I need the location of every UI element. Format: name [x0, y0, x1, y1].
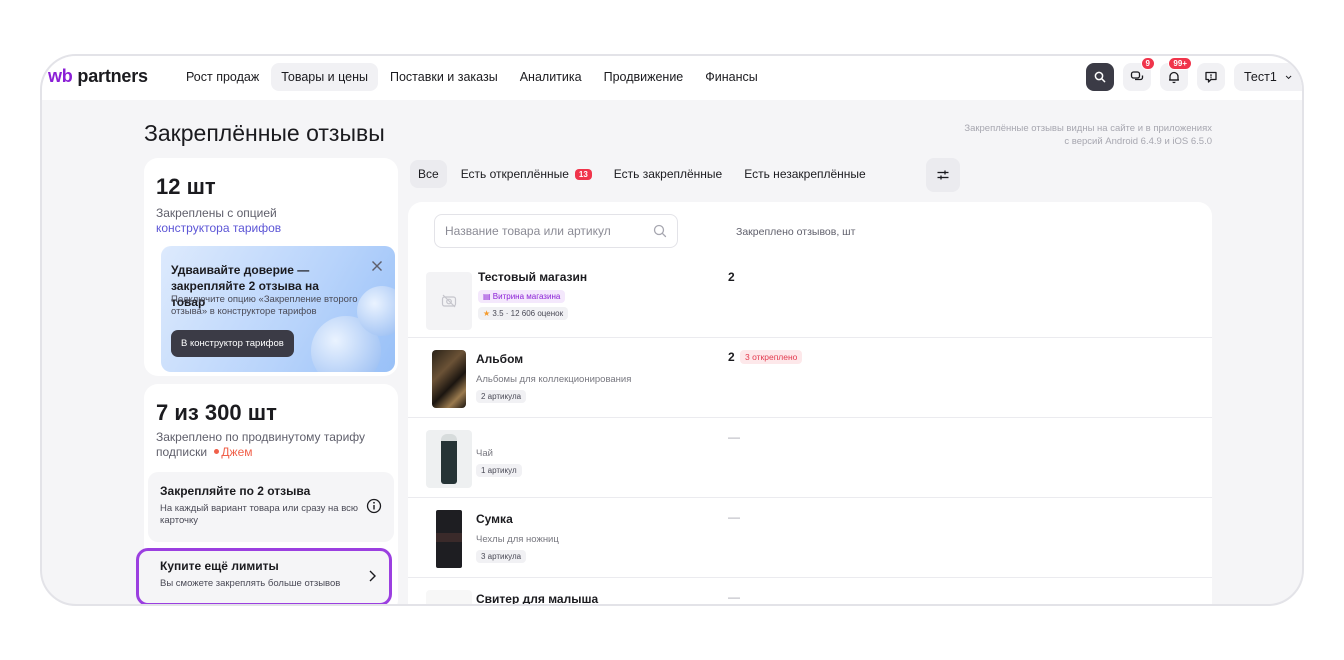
pin-tip-title: Закрепляйте по 2 отзыва [160, 484, 311, 498]
header-actions: 9 99+ Тест1 [1086, 57, 1302, 91]
product-image [426, 590, 472, 604]
nav-finance[interactable]: Финансы [695, 63, 767, 91]
buy-limits-text: Вы сможете закреплять больше отзывов [160, 578, 341, 589]
tariff-builder-button[interactable]: В конструктор тарифов [171, 330, 294, 357]
notifications-button[interactable]: 99+ [1160, 57, 1192, 91]
plan-dot-icon [214, 449, 220, 455]
sliders-icon [937, 170, 949, 180]
unpinned-badge: 3 откреплено [740, 350, 803, 364]
app-versions-note: Закреплённые отзывы видны на сайте и в п… [964, 123, 1212, 147]
pinned-count-value: 2 [728, 350, 735, 364]
page-title: Закреплённые отзывы [144, 120, 385, 146]
products-table: Название товара или артикул Закреплено о… [408, 202, 1212, 606]
rating-tag: ★ 3.5 · 12 606 оценок [478, 307, 569, 320]
search-button[interactable] [1086, 63, 1114, 91]
product-name: Альбом [476, 352, 524, 366]
chat-badge: 9 [1140, 57, 1155, 70]
unpinned-count-badge: 13 [574, 168, 592, 180]
user-name: Тест1 [1244, 70, 1277, 84]
promo-text: Подключите опцию «Закрепление второго от… [171, 294, 358, 317]
chat-icon [1130, 71, 1144, 81]
filter-settings-button[interactable] [926, 158, 960, 192]
product-search-input[interactable]: Название товара или артикул [434, 214, 678, 248]
table-row[interactable]: Тестовый магазин ▤ Витрина магазина ★ 3.… [408, 260, 1212, 338]
app-window: wb partners Рост продаж Товары и цены По… [40, 54, 1304, 606]
wb-partners-logo[interactable]: wb partners [48, 66, 148, 87]
user-menu[interactable]: Тест1 [1234, 63, 1302, 91]
filter-all[interactable]: Все [410, 160, 447, 188]
pinned-count-value: — [728, 510, 740, 524]
case-shape [436, 510, 462, 568]
filter-has-pinned[interactable]: Есть закреплённые [606, 160, 730, 188]
nav-products-prices[interactable]: Товары и цены [271, 63, 378, 91]
chevron-right-icon [369, 570, 376, 582]
nav-sales-growth[interactable]: Рост продаж [176, 63, 269, 91]
search-icon [653, 224, 667, 238]
chevron-down-icon [1285, 75, 1292, 80]
articles-count-tag: 2 артикула [476, 390, 527, 403]
product-image [426, 510, 472, 568]
plan-name[interactable]: Джем [210, 445, 253, 459]
support-button[interactable] [1197, 63, 1225, 91]
pinned-count-value: — [728, 590, 740, 604]
plan-count: 7 из 300 шт [156, 400, 277, 425]
promo-banner: Удваивайте доверие — закрепляйте 2 отзыв… [161, 246, 395, 372]
table-row[interactable]: Сумка Чехлы для ножниц 3 артикула — [408, 498, 1212, 578]
product-category: Чехлы для ножниц [476, 534, 559, 545]
table-row[interactable]: Свитер для малыша — [408, 578, 1212, 606]
star-icon: ★ [483, 309, 493, 318]
support-chat-icon [1205, 71, 1217, 83]
notifications-badge: 99+ [1168, 57, 1192, 70]
pin-tip-card: Закрепляйте по 2 отзыва На каждый вариан… [148, 472, 394, 542]
search-placeholder: Название товара или артикул [445, 224, 611, 238]
top-bar: wb partners Рост продаж Товары и цены По… [42, 56, 1302, 100]
product-name: Свитер для малыша [476, 592, 599, 606]
articles-count-tag: 1 артикул [476, 464, 522, 477]
pinned-count-value: 2 [728, 270, 735, 284]
storefront-icon: ▤ [483, 292, 493, 301]
main-nav: Рост продаж Товары и цены Поставки и зак… [176, 63, 768, 91]
column-header-pinned: Закреплено отзывов, шт [736, 226, 856, 238]
search-icon [1094, 71, 1106, 83]
no-photo-icon [441, 294, 457, 308]
product-category: Чай [476, 448, 493, 459]
nav-promotion[interactable]: Продвижение [594, 63, 694, 91]
filter-tabs: Все Есть откреплённые 13 Есть закреплённ… [410, 160, 874, 188]
bottle-shape [441, 434, 457, 484]
articles-count-tag: 3 артикула [476, 550, 527, 563]
buy-limits-title: Купите ещё лимиты [160, 559, 279, 573]
nav-supplies-orders[interactable]: Поставки и заказы [380, 63, 508, 91]
store-thumbnail [426, 272, 472, 330]
table-row[interactable]: Чай 1 артикул — [408, 418, 1212, 498]
product-image [426, 430, 472, 488]
filter-has-not-pinned[interactable]: Есть незакреплённые [736, 160, 874, 188]
product-name: Сумка [476, 512, 513, 526]
bell-icon [1169, 71, 1179, 84]
info-icon[interactable] [366, 498, 382, 514]
tariff-builder-link[interactable]: конструктора тарифов [156, 221, 281, 235]
buy-limits-card[interactable]: Купите ещё лимиты Вы сможете закреплять … [136, 548, 392, 604]
storefront-tag: ▤ Витрина магазина [478, 290, 566, 303]
chat-button[interactable]: 9 [1123, 57, 1155, 91]
pinned-count: 12 шт [156, 174, 216, 199]
pinned-summary-text: Закреплены с опцией [156, 206, 277, 220]
pin-tip-text: На каждый вариант товара или сразу на вс… [160, 503, 359, 526]
product-category: Альбомы для коллекционирования [476, 374, 632, 385]
plan-text: Закреплено по продвинутому тарифу подпис… [156, 430, 366, 459]
table-row[interactable]: Альбом Альбомы для коллекционирования 2 … [408, 338, 1212, 418]
filter-has-unpinned[interactable]: Есть откреплённые 13 [453, 160, 600, 188]
pinned-count-value: — [728, 430, 740, 444]
close-icon[interactable] [371, 260, 383, 272]
product-name: Тестовый магазин [478, 270, 588, 284]
product-image [432, 350, 466, 408]
nav-analytics[interactable]: Аналитика [510, 63, 592, 91]
